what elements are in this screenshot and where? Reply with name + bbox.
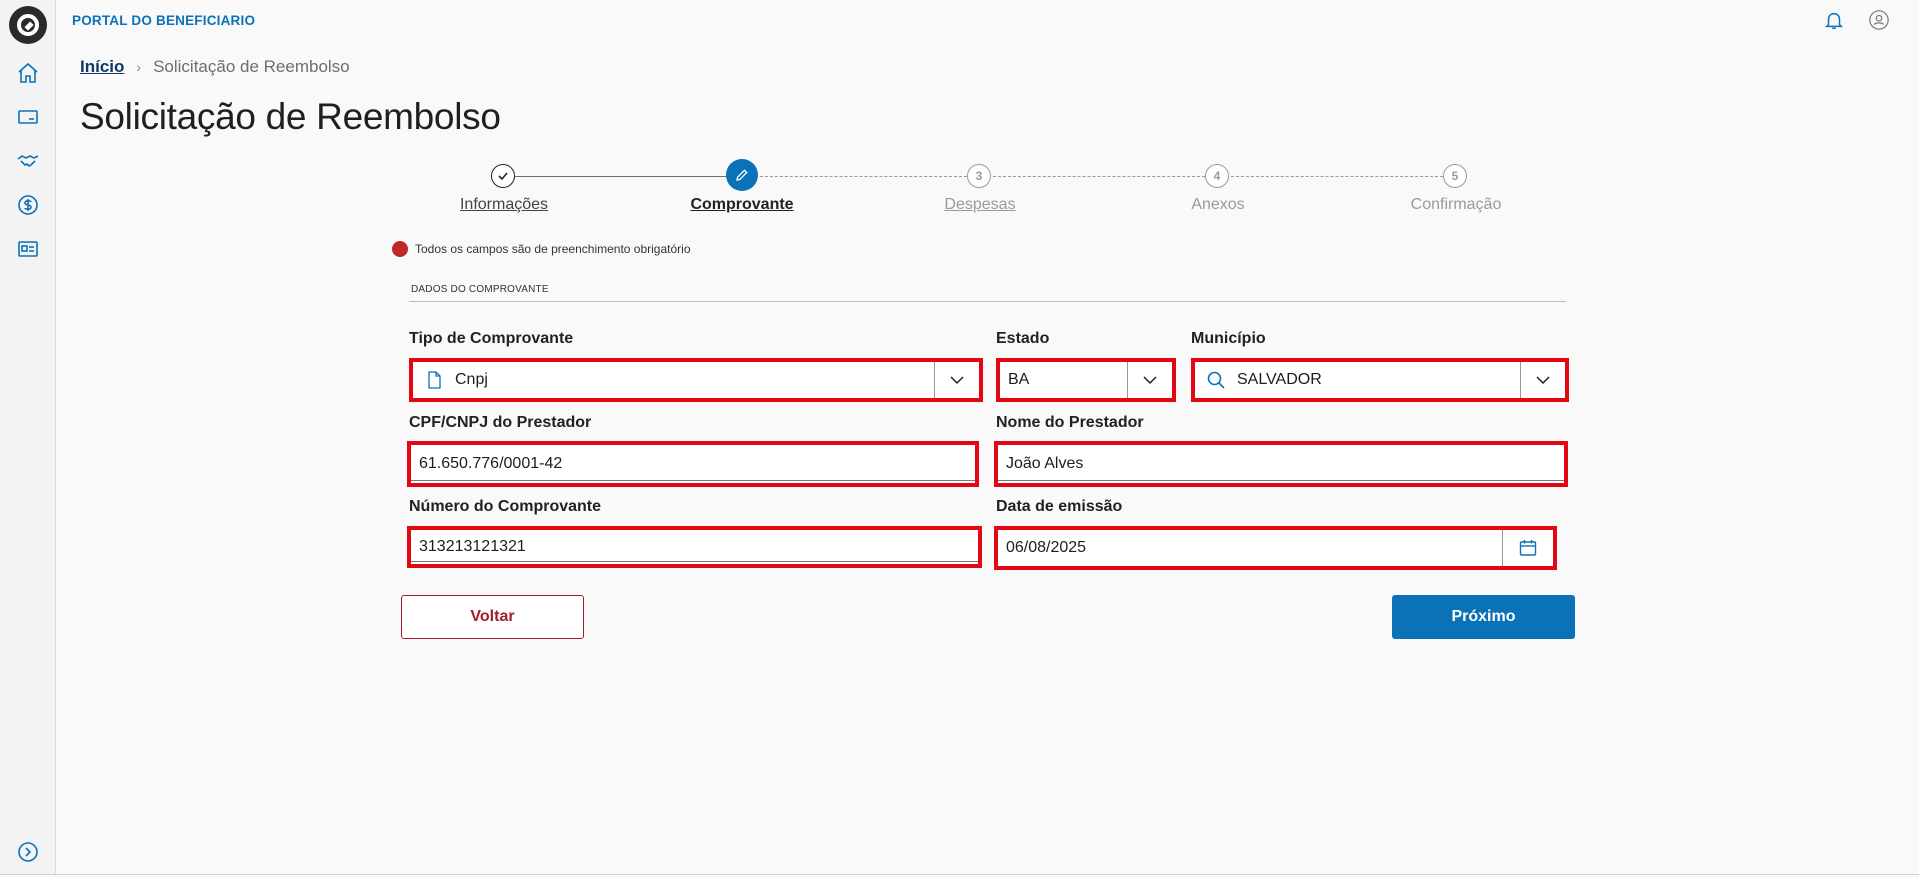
tipo-comprovante-value: Cnpj [455, 371, 488, 388]
numero-comprovante-value: 313213121321 [419, 538, 526, 555]
expand-menu-icon[interactable] [14, 838, 42, 866]
chevron-down-icon[interactable] [1127, 362, 1172, 398]
step-4-number: 4 [1205, 164, 1229, 188]
chevron-down-icon[interactable] [934, 362, 979, 398]
step-connector-pending [1231, 176, 1443, 177]
back-button[interactable]: Voltar [401, 595, 584, 639]
estado-value: BA [1008, 371, 1030, 388]
required-note-text: Todos os campos são de preenchimento obr… [415, 242, 691, 256]
data-emissao-value: 06/08/2025 [1006, 539, 1087, 556]
cpf-cnpj-value: 61.650.776/0001-42 [419, 455, 563, 472]
step-5-label: Confirmação [1410, 196, 1502, 213]
breadcrumb: Início › Solicitação de Reembolso [80, 57, 350, 77]
sidebar [0, 0, 56, 874]
app-title: PORTAL DO BENEFICIARIO [72, 13, 256, 28]
section-divider [409, 301, 1566, 302]
tipo-comprovante-label: Tipo de Comprovante [409, 330, 574, 347]
handshake-icon[interactable] [14, 147, 42, 175]
home-icon[interactable] [14, 59, 42, 87]
search-icon [1203, 367, 1229, 393]
required-note: Todos os campos são de preenchimento obr… [392, 241, 691, 257]
document-icon [421, 367, 447, 393]
nome-prestador-label: Nome do Prestador [996, 414, 1144, 431]
section-title: DADOS DO COMPROVANTE [411, 284, 549, 295]
step-3-number[interactable]: 3 [967, 164, 991, 188]
nome-prestador-value: João Alves [1006, 455, 1084, 472]
step-5-number: 5 [1443, 164, 1467, 188]
window-bottom-border [0, 874, 1919, 875]
data-emissao-input[interactable]: 06/08/2025 [994, 526, 1557, 570]
municipio-value: SALVADOR [1237, 371, 1322, 388]
page-title: Solicitação de Reembolso [80, 96, 501, 137]
tipo-comprovante-select[interactable]: Cnpj [409, 358, 983, 402]
step-1-check-icon[interactable] [491, 164, 515, 188]
breadcrumb-separator-icon: › [136, 59, 142, 75]
estado-select[interactable]: BA [996, 358, 1176, 402]
next-button[interactable]: Próximo [1392, 595, 1575, 639]
step-2-edit-icon[interactable] [726, 159, 758, 191]
user-avatar-icon[interactable] [1867, 8, 1891, 32]
step-1-label[interactable]: Informações [424, 196, 584, 214]
card-icon[interactable] [14, 103, 42, 131]
breadcrumb-current: Solicitação de Reembolso [153, 57, 350, 76]
step-4-label: Anexos [1191, 196, 1245, 213]
calendar-icon[interactable] [1503, 530, 1557, 566]
step-2-label[interactable]: Comprovante [662, 196, 822, 214]
id-card-icon[interactable] [14, 235, 42, 263]
step-3-label[interactable]: Despesas [900, 196, 1060, 214]
breadcrumb-home-link[interactable]: Início [80, 57, 124, 77]
data-emissao-label: Data de emissão [996, 498, 1123, 515]
nome-prestador-input[interactable]: João Alves [994, 441, 1568, 487]
app-logo-icon [9, 6, 47, 44]
chevron-down-icon[interactable] [1520, 362, 1565, 398]
numero-comprovante-label: Número do Comprovante [409, 498, 602, 515]
numero-comprovante-input[interactable]: 313213121321 [407, 526, 982, 568]
notification-bell-icon[interactable] [1822, 8, 1846, 32]
cpf-cnpj-input[interactable]: 61.650.776/0001-42 [407, 441, 979, 487]
step-connector-pending [755, 176, 967, 177]
cpf-cnpj-label: CPF/CNPJ do Prestador [409, 414, 592, 431]
dollar-icon[interactable] [14, 191, 42, 219]
estado-label: Estado [996, 330, 1050, 347]
municipio-select[interactable]: SALVADOR [1191, 358, 1569, 402]
step-connector-done [503, 176, 727, 177]
step-connector-pending [993, 176, 1205, 177]
required-indicator-icon [392, 241, 408, 257]
municipio-label: Município [1191, 330, 1266, 347]
